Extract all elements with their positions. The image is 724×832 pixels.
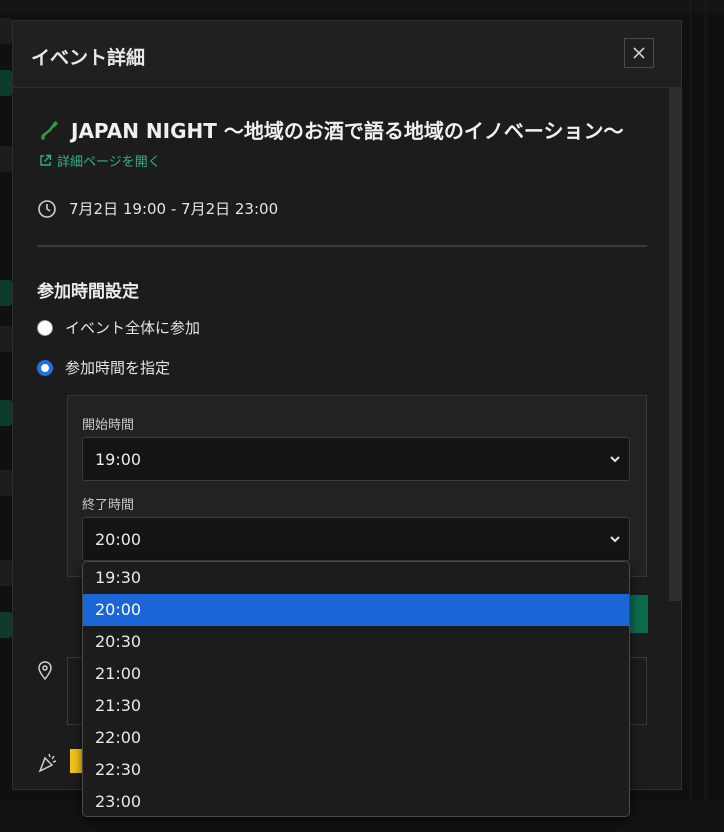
start-time-select[interactable]: 19:00: [82, 437, 630, 481]
modal-title: イベント詳細: [31, 47, 146, 69]
detail-link-label: 詳細ページを開く: [57, 155, 161, 170]
event-title-row: JAPAN NIGHT ～地域のお酒で語る地域のイノベーション～: [39, 115, 623, 144]
end-time-dropdown-list[interactable]: 19:30 20:00 20:30 21:00 21:30 22:00 22:30 23:00: [82, 561, 630, 817]
detail-page-link[interactable]: 詳細ページを開く: [39, 151, 161, 170]
close-icon: [633, 47, 645, 59]
end-time-value: 20:00: [95, 529, 142, 549]
dropdown-option[interactable]: 20:30: [83, 626, 629, 658]
dropdown-option[interactable]: 21:30: [83, 690, 629, 722]
dropdown-option[interactable]: 21:00: [83, 658, 629, 690]
start-time-label: 開始時間: [82, 418, 135, 433]
event-time-range: 7月2日 19:00 - 7月2日 23:00: [69, 200, 279, 218]
close-button[interactable]: [624, 38, 654, 68]
time-settings-panel: 開始時間 19:00 終了時間 20:00: [67, 395, 647, 577]
radio-button[interactable]: [37, 319, 53, 336]
chevron-down-icon: [610, 536, 620, 543]
radio-label: イベント全体に参加: [65, 319, 201, 337]
party-popper-icon: [38, 753, 57, 773]
radio-label: 参加時間を指定: [65, 359, 171, 377]
divider: [37, 245, 647, 247]
end-time-label: 終了時間: [82, 498, 135, 513]
radio-specify-time[interactable]: 参加時間を指定: [37, 357, 170, 378]
dropdown-option[interactable]: 22:30: [83, 754, 629, 786]
japan-map-icon: [41, 120, 58, 140]
dropdown-option[interactable]: 22:00: [83, 722, 629, 754]
submit-button-edge[interactable]: [630, 595, 648, 633]
radio-button[interactable]: [37, 359, 53, 376]
location-pin-icon: [38, 661, 52, 681]
event-time: 7月2日 19:00 - 7月2日 23:00: [37, 198, 278, 219]
clock-icon: [38, 199, 56, 218]
radio-whole-event[interactable]: イベント全体に参加: [37, 317, 200, 338]
section-title-participation: 参加時間設定: [37, 282, 139, 302]
chevron-down-icon: [610, 456, 620, 463]
modal-header: イベント詳細: [13, 21, 681, 88]
dropdown-option[interactable]: 19:30: [83, 562, 629, 594]
modal-scrollbar[interactable]: [669, 21, 681, 601]
end-time-select[interactable]: 20:00: [82, 517, 630, 561]
start-time-value: 19:00: [95, 449, 142, 469]
event-title: JAPAN NIGHT ～地域のお酒で語る地域のイノベーション～: [71, 119, 624, 143]
dropdown-option[interactable]: 20:00: [83, 594, 629, 626]
dropdown-option[interactable]: 23:00: [83, 786, 629, 816]
external-link-icon: [40, 154, 52, 166]
